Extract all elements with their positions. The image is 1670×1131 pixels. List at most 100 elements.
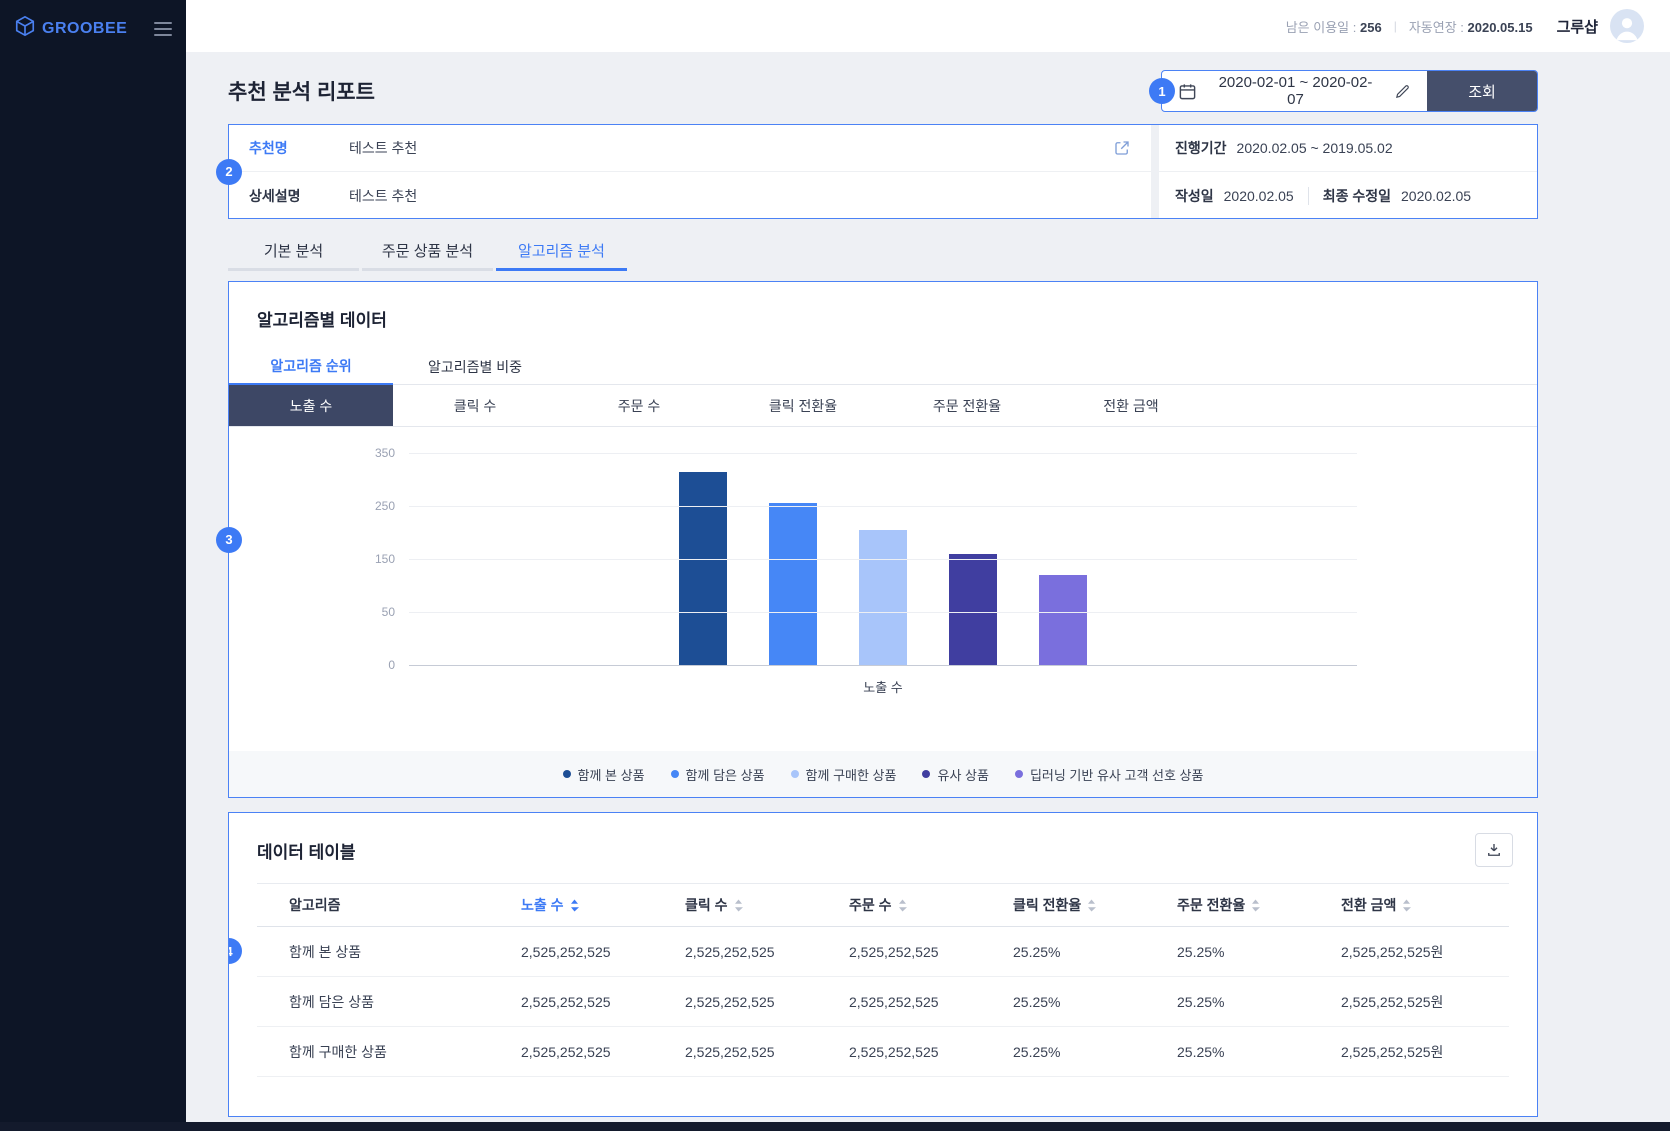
gridline: 250	[409, 506, 1357, 507]
modified-label: 최종 수정일	[1323, 186, 1391, 206]
tab-basic-analysis[interactable]: 기본 분석	[228, 233, 359, 271]
auto-renewal: 자동연장 : 2020.05.15	[1409, 17, 1533, 36]
period-label: 진행기간	[1175, 138, 1227, 158]
groobee-logo-icon	[14, 15, 36, 42]
external-link-icon[interactable]	[1113, 139, 1131, 157]
metric-tabs: 노출 수클릭 수주문 수클릭 전환율주문 전환율전환 금액	[229, 385, 1537, 427]
table-cell: 2,525,252,525	[489, 994, 653, 1010]
table-row: 함께 구매한 상품2,525,252,5252,525,252,5252,525…	[257, 1027, 1509, 1077]
info-right-block: 진행기간 2020.02.05 ~ 2019.05.02 작성일 2020.02…	[1159, 125, 1537, 218]
recommendation-info-section: 2 추천명 테스트 추천 상세설명 테스트 추천	[228, 124, 1538, 219]
x-axis-label: 노출 수	[409, 677, 1357, 696]
search-button[interactable]: 조회	[1427, 71, 1537, 111]
page-title: 추천 분석 리포트	[228, 76, 375, 106]
auto-renewal-label: 자동연장 :	[1409, 20, 1464, 35]
calendar-icon[interactable]	[1178, 82, 1197, 101]
sort-icon	[570, 899, 579, 912]
remaining-days-value: 256	[1360, 20, 1382, 35]
sort-icon	[1087, 899, 1096, 912]
download-button[interactable]	[1475, 833, 1513, 867]
tab-order-product-analysis[interactable]: 주문 상품 분석	[362, 233, 493, 271]
auto-renewal-value: 2020.05.15	[1468, 20, 1533, 35]
bar-4	[949, 554, 997, 665]
dates-row: 작성일 2020.02.05 최종 수정일 2020.02.05	[1159, 172, 1537, 219]
table-cell: 함께 본 상품	[257, 942, 489, 962]
description-value: 테스트 추천	[349, 186, 417, 206]
period-value: 2020.02.05 ~ 2019.05.02	[1237, 140, 1393, 156]
column-header-3[interactable]: 클릭 수	[653, 895, 817, 915]
legend-item: 함께 담은 상품	[671, 765, 765, 784]
shop-name: 그루샵	[1557, 16, 1598, 37]
user-avatar[interactable]	[1610, 9, 1644, 43]
table-cell: 25.25%	[981, 944, 1145, 960]
column-header-2[interactable]: 노출 수	[489, 895, 653, 915]
description-row: 상세설명 테스트 추천	[229, 172, 1151, 219]
sidebar: GROOBEE	[0, 0, 186, 1131]
date-range-value[interactable]: 2020-02-01 ~ 2020-02-07	[1211, 74, 1380, 108]
recommendation-name-row: 추천명 테스트 추천	[229, 125, 1151, 172]
menu-toggle-icon[interactable]	[154, 22, 172, 36]
sort-icon	[1251, 899, 1260, 912]
legend-label: 딥러닝 기반 유사 고객 선호 상품	[1030, 765, 1204, 784]
date-range-field: 2020-02-01 ~ 2020-02-07	[1162, 71, 1427, 111]
table-cell: 2,525,252,525	[653, 994, 817, 1010]
bar-5	[1039, 575, 1087, 665]
edit-pencil-icon[interactable]	[1394, 83, 1411, 100]
metric-tab-2[interactable]: 클릭 수	[393, 385, 557, 426]
groobee-logo[interactable]: GROOBEE	[14, 15, 127, 42]
gridline: 50	[409, 612, 1357, 613]
y-axis-tick-label: 250	[375, 499, 395, 513]
table-cell: 2,525,252,525	[817, 994, 981, 1010]
table-cell: 25.25%	[1145, 1044, 1309, 1060]
legend-label: 함께 본 상품	[578, 765, 645, 784]
column-header-1[interactable]: 알고리즘	[257, 895, 489, 915]
table-cell: 2,525,252,525원	[1309, 1042, 1509, 1062]
subtab-algorithm-rank[interactable]: 알고리즘 순위	[229, 349, 393, 385]
bar-chart: 350250150500 노출 수	[229, 427, 1537, 696]
table-cell: 2,525,252,525	[817, 944, 981, 960]
topbar: 남은 이용일 : 256 | 자동연장 : 2020.05.15 그루샵	[186, 0, 1670, 52]
table-cell: 2,525,252,525	[489, 1044, 653, 1060]
data-table-section: 4 데이터 테이블 알고리즘노출 수 클릭 수 주문 수 클릭 전환율 주문 전…	[228, 812, 1538, 1117]
gridline: 150	[409, 559, 1357, 560]
bottom-edge-bar	[0, 1122, 1670, 1131]
column-header-7[interactable]: 전환 금액	[1309, 895, 1509, 915]
legend-item: 유사 상품	[922, 765, 988, 784]
remaining-days-label: 남은 이용일 :	[1286, 20, 1357, 35]
algorithm-card-title: 알고리즘별 데이터	[229, 282, 1537, 349]
table-cell: 2,525,252,525원	[1309, 992, 1509, 1012]
subtab-algorithm-share[interactable]: 알고리즘별 비중	[393, 349, 557, 385]
legend-dot	[563, 770, 571, 778]
sort-icon	[1402, 899, 1411, 912]
modified-value: 2020.02.05	[1401, 188, 1471, 204]
recommendation-name-value: 테스트 추천	[349, 138, 417, 158]
metric-tab-5[interactable]: 주문 전환율	[885, 385, 1049, 426]
metric-tab-4[interactable]: 클릭 전환율	[721, 385, 885, 426]
dates-divider	[1308, 187, 1309, 205]
person-icon	[1610, 9, 1644, 43]
metric-tab-1[interactable]: 노출 수	[229, 385, 393, 426]
annotation-badge-2: 2	[216, 159, 242, 185]
table-cell: 2,525,252,525	[489, 944, 653, 960]
legend-item: 함께 구매한 상품	[791, 765, 897, 784]
annotation-badge-4: 4	[228, 938, 242, 964]
tab-algorithm-analysis[interactable]: 알고리즘 분석	[496, 233, 627, 271]
metric-tab-3[interactable]: 주문 수	[557, 385, 721, 426]
gridline: 350	[409, 453, 1357, 454]
info-left-block: 추천명 테스트 추천 상세설명 테스트 추천	[229, 125, 1151, 218]
column-header-6[interactable]: 주문 전환율	[1145, 895, 1309, 915]
chart-grid: 350250150500	[409, 453, 1357, 665]
table-cell: 2,525,252,525	[817, 1044, 981, 1060]
table-card-title: 데이터 테이블	[257, 838, 356, 863]
bar-2	[769, 503, 817, 665]
metric-tab-6[interactable]: 전환 금액	[1049, 385, 1213, 426]
description-label: 상세설명	[249, 186, 349, 206]
topbar-divider: |	[1394, 19, 1397, 33]
column-header-4[interactable]: 주문 수	[817, 895, 981, 915]
legend-dot	[1015, 770, 1023, 778]
algorithm-data-section: 3 알고리즘별 데이터 알고리즘 순위 알고리즘별 비중 노출 수클릭 수주문 …	[228, 281, 1538, 798]
legend-dot	[671, 770, 679, 778]
column-header-5[interactable]: 클릭 전환율	[981, 895, 1145, 915]
period-row: 진행기간 2020.02.05 ~ 2019.05.02	[1159, 125, 1537, 172]
recommendation-name-label: 추천명	[249, 138, 349, 158]
